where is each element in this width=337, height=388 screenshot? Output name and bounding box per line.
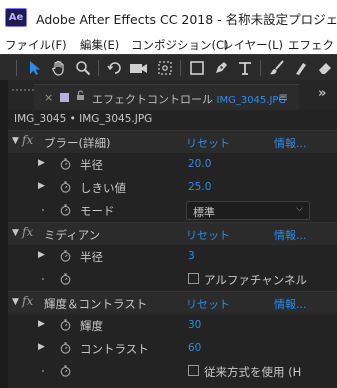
pen-tool-icon[interactable] <box>210 57 232 79</box>
collapsed-triangle-icon[interactable]: ▶ <box>38 181 45 191</box>
param-name: モード <box>80 204 115 218</box>
checkbox-label: 従来方式を使用 (H <box>204 365 302 379</box>
collapsed-triangle-icon[interactable]: ▶ <box>38 319 45 329</box>
pan-behind-tool-icon[interactable] <box>154 57 176 79</box>
menu-file[interactable]: ファイル(F) <box>5 37 67 53</box>
menu-effect[interactable]: エフェクト(T) <box>288 37 337 53</box>
toolbar-separator <box>98 60 99 76</box>
row-marker <box>42 370 44 372</box>
chevron-down-icon: ⌵ <box>296 204 303 214</box>
brush-tool-icon[interactable] <box>266 57 288 79</box>
param-row-mode: モード 標準 ⌵ <box>8 199 337 222</box>
type-tool-icon[interactable] <box>234 57 256 79</box>
effect-header-smart-blur[interactable]: ▼ fx ブラー(詳細) リセット 情報... <box>8 130 337 153</box>
about-link[interactable]: 情報... <box>274 227 307 243</box>
tab-close-icon[interactable]: × <box>44 91 53 104</box>
effect-name: 輝度＆コントラスト <box>44 297 148 311</box>
rotate-tool-icon[interactable] <box>104 57 126 79</box>
fx-toggle-icon[interactable]: fx <box>22 225 33 239</box>
row-marker <box>42 278 44 280</box>
param-value[interactable]: 20.0 <box>188 158 211 170</box>
reset-link[interactable]: リセット <box>186 296 230 312</box>
rectangle-tool-icon[interactable] <box>186 57 208 79</box>
breadcrumb: IMG_3045 • IMG_3045.JPG <box>14 113 153 125</box>
toolbar-separator <box>180 60 181 76</box>
checkbox-label: アルファチャンネル <box>204 273 308 287</box>
tools-toolbar <box>0 54 337 80</box>
stopwatch-icon[interactable] <box>60 181 71 193</box>
expanded-triangle-icon[interactable]: ▼ <box>12 136 19 146</box>
stopwatch-icon[interactable] <box>60 365 71 377</box>
eraser-tool-icon[interactable] <box>314 57 336 79</box>
toolbar-separator <box>260 60 261 76</box>
menu-edit[interactable]: 編集(E) <box>80 37 119 53</box>
collapsed-triangle-icon[interactable]: ▶ <box>38 158 45 168</box>
param-row-use-legacy: 従来方式を使用 (H <box>8 360 337 383</box>
param-value[interactable]: 60 <box>188 342 201 354</box>
expanded-triangle-icon[interactable]: ▼ <box>12 297 19 307</box>
layer-color-swatch <box>60 93 69 102</box>
tab-title: エフェクトコントロール IMG_3045.JPG <box>92 91 286 107</box>
stopwatch-icon[interactable] <box>60 204 71 216</box>
after-effects-logo: Ae <box>5 8 27 27</box>
param-row-radius: ▶ 半径 3 <box>8 245 337 268</box>
row-marker <box>42 209 44 211</box>
param-value[interactable]: 30 <box>188 319 201 331</box>
fx-toggle-icon[interactable]: fx <box>22 133 33 147</box>
stopwatch-icon[interactable] <box>60 342 71 354</box>
effect-header-median[interactable]: ▼ fx ミディアン リセット 情報... <box>8 222 337 245</box>
effect-name: ブラー(詳細) <box>44 136 111 150</box>
title-bar: Ae Adobe After Effects CC 2018 - 名称未設定プロ… <box>0 0 337 34</box>
param-name: しきい値 <box>80 181 126 195</box>
param-row-contrast: ▶ コントラスト 60 <box>8 337 337 360</box>
selection-tool-icon[interactable] <box>24 57 46 79</box>
zoom-tool-icon[interactable] <box>72 57 94 79</box>
param-name: コントラスト <box>80 342 149 356</box>
param-row-brightness: ▶ 輝度 30 <box>8 314 337 337</box>
hand-tool-icon[interactable] <box>48 57 70 79</box>
stopwatch-icon[interactable] <box>60 250 71 262</box>
tab-effect-controls[interactable]: × エフェクトコントロール IMG_3045.JPG ≡ <box>34 84 299 110</box>
window-title: Adobe After Effects CC 2018 - 名称未設定プロジェク… <box>36 12 337 27</box>
panel-dock-edge <box>0 80 8 388</box>
collapsed-triangle-icon[interactable]: ▶ <box>38 342 45 352</box>
mode-dropdown[interactable]: 標準 ⌵ <box>186 201 310 220</box>
collapsed-triangle-icon[interactable]: ▶ <box>38 250 45 260</box>
reset-link[interactable]: リセット <box>186 135 230 151</box>
param-value[interactable]: 25.0 <box>188 181 211 193</box>
about-link[interactable]: 情報... <box>274 296 307 312</box>
effect-controls-body: IMG_3045 • IMG_3045.JPG ▼ fx ブラー(詳細) リセッ… <box>8 110 337 388</box>
about-link[interactable]: 情報... <box>274 135 307 151</box>
param-name: 輝度 <box>80 319 103 333</box>
toolbar-separator <box>16 60 17 76</box>
camera-tool-icon[interactable] <box>128 57 150 79</box>
panel-menu-icon[interactable]: ≡ <box>278 90 288 104</box>
stopwatch-icon[interactable] <box>60 319 71 331</box>
menu-bar: ファイル(F) 編集(E) コンポジション(C) レイヤー(L) エフェクト(T… <box>0 34 337 54</box>
param-row-alpha-channel: アルファチャンネル <box>8 268 337 291</box>
stopwatch-icon[interactable] <box>60 273 71 285</box>
panel-overflow-icon[interactable]: » <box>318 86 326 101</box>
param-name: 半径 <box>80 250 103 264</box>
param-name: 半径 <box>80 158 103 172</box>
reset-link[interactable]: リセット <box>186 227 230 243</box>
param-value[interactable]: 3 <box>188 250 195 262</box>
tab-file-name: IMG_3045.JPG <box>216 95 287 106</box>
dropdown-value: 標準 <box>193 206 215 219</box>
stopwatch-icon[interactable] <box>60 158 71 170</box>
param-row-radius: ▶ 半径 20.0 <box>8 153 337 176</box>
alpha-channel-checkbox[interactable] <box>188 273 199 284</box>
lock-icon[interactable] <box>76 90 85 104</box>
menu-composition[interactable]: コンポジション(C) <box>131 37 229 53</box>
expanded-triangle-icon[interactable]: ▼ <box>12 228 19 238</box>
tab-label-text: エフェクトコントロール <box>92 93 213 106</box>
effect-header-brightness-contrast[interactable]: ▼ fx 輝度＆コントラスト リセット 情報... <box>8 291 337 314</box>
fx-toggle-icon[interactable]: fx <box>22 294 33 308</box>
clone-stamp-tool-icon[interactable] <box>290 57 312 79</box>
param-row-threshold: ▶ しきい値 25.0 <box>8 176 337 199</box>
effect-name: ミディアン <box>44 228 101 242</box>
panel-tab-bar: × エフェクトコントロール IMG_3045.JPG ≡ » <box>8 80 337 110</box>
menu-layer[interactable]: レイヤー(L) <box>222 37 283 53</box>
use-legacy-checkbox[interactable] <box>188 365 199 376</box>
